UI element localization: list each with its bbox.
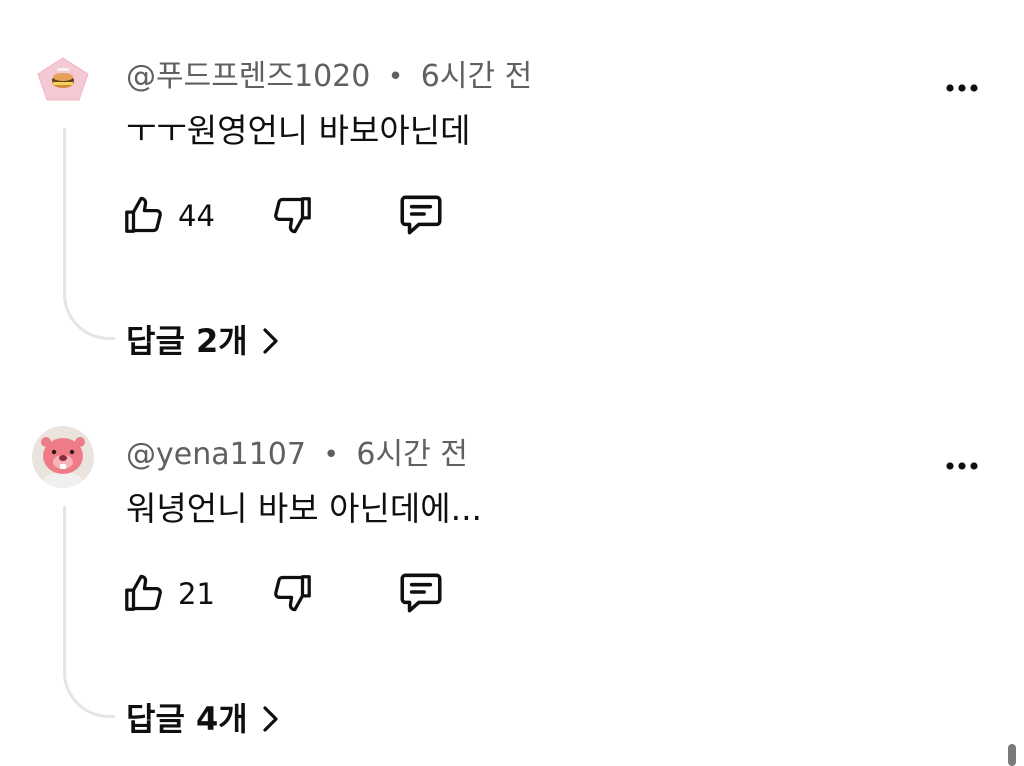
- more-options-button[interactable]: [940, 448, 984, 484]
- thumbs-down-icon: [274, 197, 311, 234]
- comment-thread: @푸드프렌즈1020 • 6시간 전 ㅜㅜ원영언니 바보아닌데 44 답글 2개: [0, 0, 1024, 370]
- thumbs-up-icon: [125, 574, 162, 611]
- like-button[interactable]: [122, 568, 170, 620]
- meta-separator: •: [323, 440, 339, 470]
- thumbs-up-icon: [125, 196, 162, 233]
- thread-line: [63, 128, 115, 340]
- pink-beaver-plush-avatar-icon: [32, 426, 94, 488]
- dislike-button[interactable]: [268, 568, 316, 620]
- chevron-right-icon: [262, 704, 280, 734]
- comment-author[interactable]: @yena1107: [126, 437, 306, 472]
- comment-text: 워녕언니 바보 아닌데에...: [126, 489, 483, 528]
- comment-time[interactable]: 6시간 전: [356, 437, 467, 472]
- scrollbar[interactable]: [1008, 744, 1016, 766]
- dislike-button[interactable]: [268, 190, 316, 242]
- avatar[interactable]: [32, 426, 94, 488]
- comment-icon: [400, 573, 442, 613]
- comment-actions: 21: [122, 568, 522, 620]
- comment-icon: [400, 195, 442, 235]
- comment-meta: @푸드프렌즈1020 • 6시간 전: [126, 58, 532, 96]
- comment-time[interactable]: 6시간 전: [421, 59, 532, 94]
- more-vertical-icon: [946, 84, 978, 92]
- more-vertical-icon: [946, 462, 978, 470]
- view-replies-button[interactable]: 답글 2개: [126, 318, 280, 364]
- like-count: 21: [178, 577, 215, 611]
- replies-label: 답글 2개: [126, 322, 248, 360]
- comment-meta: @yena1107 • 6시간 전: [126, 436, 468, 474]
- reply-button[interactable]: [396, 190, 448, 242]
- reply-button[interactable]: [396, 568, 448, 620]
- thumbs-down-icon: [274, 575, 311, 612]
- avatar[interactable]: [32, 48, 94, 110]
- view-replies-button[interactable]: 답글 4개: [126, 696, 280, 742]
- comment-text: ㅜㅜ원영언니 바보아닌데: [126, 111, 471, 150]
- comment-thread: @yena1107 • 6시간 전 워녕언니 바보 아닌데에... 21 답글 …: [0, 378, 1024, 748]
- more-options-button[interactable]: [940, 70, 984, 106]
- comment-actions: 44: [122, 190, 522, 242]
- like-count: 44: [178, 199, 215, 233]
- food-friends-pentagon-avatar-icon: [32, 48, 94, 110]
- thread-line: [63, 506, 115, 718]
- meta-separator: •: [387, 62, 404, 92]
- chevron-right-icon: [262, 326, 280, 356]
- like-button[interactable]: [122, 190, 170, 242]
- comment-author[interactable]: @푸드프렌즈1020: [126, 59, 370, 94]
- replies-label: 답글 4개: [126, 700, 248, 738]
